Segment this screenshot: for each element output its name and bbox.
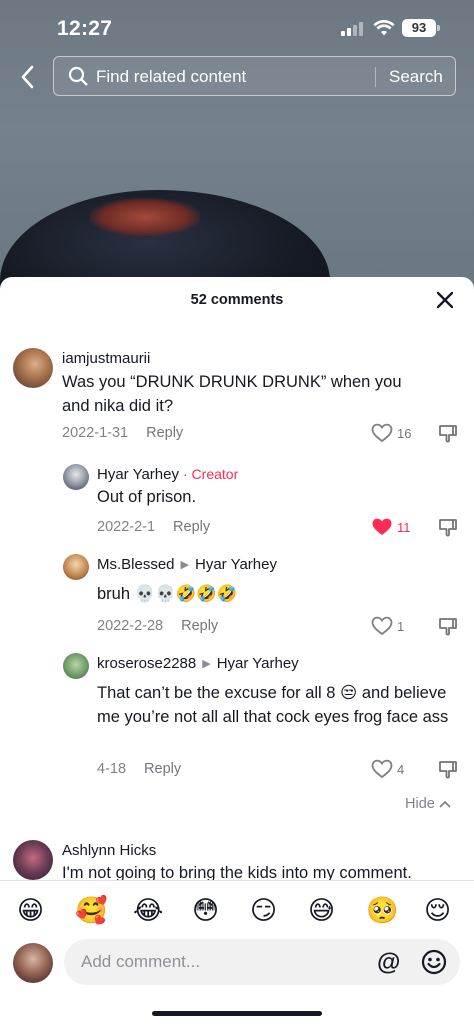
- wifi-icon: [373, 20, 395, 36]
- avatar[interactable]: [13, 943, 53, 983]
- comment-input[interactable]: Add comment... @: [64, 939, 460, 985]
- status-time: 12:27: [57, 17, 113, 40]
- emoji-option[interactable]: 😏: [250, 895, 277, 925]
- emoji-quick-bar: 😁 🥰 😂 😳 😏 😅 🥺 😌: [0, 880, 474, 940]
- emoji-option[interactable]: 🥰: [75, 895, 107, 925]
- emoji-option[interactable]: 😂: [133, 895, 163, 925]
- emoji-option[interactable]: 🥺: [366, 895, 398, 925]
- comments-sheet: 52 comments iamjustmaurii Was you “DRUNK…: [0, 277, 474, 1025]
- avatar[interactable]: [13, 840, 53, 880]
- battery-indicator: 93: [402, 19, 436, 37]
- emoji-icon[interactable]: [421, 949, 447, 975]
- battery-tip: [437, 25, 440, 31]
- comment-input-placeholder: Add comment...: [81, 952, 201, 971]
- mention-button[interactable]: @: [377, 949, 400, 977]
- emoji-option[interactable]: 😌: [424, 895, 451, 925]
- back-button[interactable]: [14, 62, 40, 92]
- emoji-option[interactable]: 😳: [192, 895, 219, 925]
- emoji-option[interactable]: 😁: [17, 895, 44, 925]
- video-hat-logo: [90, 198, 200, 236]
- search-bar[interactable]: Find related content Search: [53, 56, 456, 96]
- search-button[interactable]: Search: [389, 67, 443, 87]
- status-bar: 12:27 93: [0, 0, 474, 56]
- comment-item: Ashlynn Hicks I'm not going to bring the…: [0, 277, 474, 882]
- home-indicator: [152, 1011, 322, 1016]
- emoji-option[interactable]: 😅: [308, 895, 335, 925]
- chevron-left-icon: [21, 65, 34, 89]
- comment-username[interactable]: Ashlynn Hicks: [62, 842, 156, 859]
- cellular-signal-icon: [341, 22, 365, 36]
- search-placeholder: Find related content: [96, 67, 247, 86]
- search-icon: [68, 66, 88, 86]
- search-divider: [375, 67, 376, 87]
